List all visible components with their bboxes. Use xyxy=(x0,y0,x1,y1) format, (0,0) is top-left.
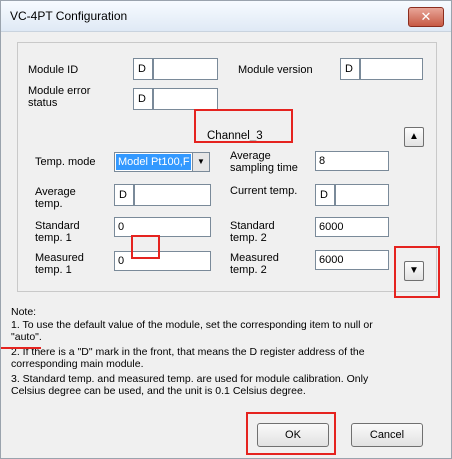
ok-button[interactable]: OK xyxy=(257,423,329,447)
meas-temp2-label-line2: temp. 2 xyxy=(230,264,267,276)
std-temp2-label-line2: temp. 2 xyxy=(230,232,267,244)
note-line1b: "auto". xyxy=(11,331,42,343)
avg-sampling-field[interactable]: 8 xyxy=(315,151,389,171)
module-error-label-line2: status xyxy=(28,97,58,109)
avg-sampling-label-line2: sampling time xyxy=(230,162,298,174)
module-version-label: Module version xyxy=(238,64,313,76)
avg-temp-field[interactable] xyxy=(134,184,211,206)
channel-down-button[interactable]: ▼ xyxy=(404,261,424,281)
note-heading: Note: xyxy=(11,306,37,318)
module-version-prefix: D xyxy=(340,58,360,80)
note-line3a: 3. Standard temp. and measured temp. are… xyxy=(11,373,369,385)
note-line2b: corresponding main module. xyxy=(11,358,144,370)
module-error-field[interactable] xyxy=(153,88,218,110)
meas-temp1-label-line1: Measured xyxy=(35,252,84,264)
config-dialog: VC-4PT Configuration ✕ Module ID D Modul… xyxy=(0,0,452,459)
std-temp1-field[interactable]: 0 xyxy=(114,217,211,237)
module-id-field[interactable] xyxy=(153,58,218,80)
channel-label: Channel_3 xyxy=(207,130,263,142)
meas-temp2-field[interactable]: 6000 xyxy=(315,250,389,270)
meas-temp1-label-line2: temp. 1 xyxy=(35,264,72,276)
temp-mode-select[interactable]: Model Pt100,F ▼ xyxy=(114,152,210,172)
note-line3b: Celsius degree can be used, and the unit… xyxy=(11,385,306,397)
module-error-label-line1: Module error xyxy=(28,85,91,97)
module-error-prefix: D xyxy=(133,88,153,110)
module-id-label: Module ID xyxy=(28,64,79,76)
cancel-button[interactable]: Cancel xyxy=(351,423,423,447)
note-line1a: 1. To use the default value of the modul… xyxy=(11,319,373,331)
module-version-field[interactable] xyxy=(360,58,423,80)
current-temp-prefix: D xyxy=(315,184,335,206)
temp-mode-label: Temp. mode xyxy=(35,156,96,168)
avg-temp-label-line2: temp. xyxy=(35,198,63,210)
current-temp-label: Current temp. xyxy=(230,185,298,197)
std-temp1-label-line2: temp. 1 xyxy=(35,232,72,244)
window-title: VC-4PT Configuration xyxy=(10,9,128,23)
avg-temp-prefix: D xyxy=(114,184,134,206)
settings-group: Module ID D Module version D Module erro… xyxy=(17,42,437,292)
note-line2a: 2. If there is a "D" mark in the front, … xyxy=(11,346,365,358)
avg-sampling-label-line1: Average xyxy=(230,150,271,162)
std-temp1-label-line1: Standard xyxy=(35,220,80,232)
meas-temp2-label-line1: Measured xyxy=(230,252,279,264)
avg-temp-label-line1: Average xyxy=(35,186,76,198)
module-id-prefix: D xyxy=(133,58,153,80)
close-button[interactable]: ✕ xyxy=(408,7,444,27)
std-temp2-label-line1: Standard xyxy=(230,220,275,232)
title-bar[interactable]: VC-4PT Configuration ✕ xyxy=(1,1,451,32)
highlight-pointer-line xyxy=(1,347,41,349)
channel-up-button[interactable]: ▲ xyxy=(404,127,424,147)
current-temp-field[interactable] xyxy=(335,184,389,206)
temp-mode-value: Model Pt100,F xyxy=(116,154,191,170)
std-temp2-field[interactable]: 6000 xyxy=(315,217,389,237)
meas-temp1-field[interactable]: 0 xyxy=(114,251,211,271)
chevron-down-icon[interactable]: ▼ xyxy=(192,153,209,171)
